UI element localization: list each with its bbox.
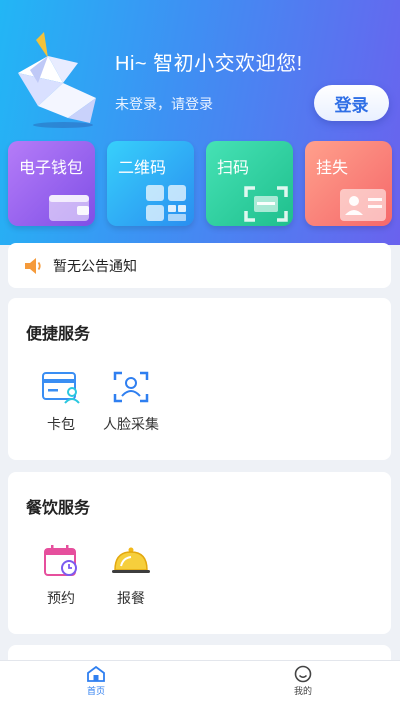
quick-services-card: 便捷服务 卡包 人脸采集 bbox=[8, 298, 391, 460]
tile-wallet-label: 电子钱包 bbox=[19, 160, 84, 177]
tile-report-loss-label: 挂失 bbox=[316, 160, 349, 177]
unicorn-origami-icon bbox=[18, 32, 96, 128]
service-meal-report[interactable]: 报餐 bbox=[96, 544, 166, 608]
tab-home-label: 首页 bbox=[86, 686, 105, 696]
qr-code-icon bbox=[146, 185, 186, 221]
scan-icon bbox=[244, 186, 288, 222]
service-meal-report-label: 报餐 bbox=[117, 590, 145, 606]
notice-bar[interactable]: 暂无公告通知 bbox=[8, 243, 391, 288]
service-face-capture[interactable]: 人脸采集 bbox=[96, 370, 166, 434]
login-hint-text: 未登录，请登录 bbox=[115, 96, 213, 112]
service-face-capture-label: 人脸采集 bbox=[103, 416, 159, 432]
tile-qr-code-label: 二维码 bbox=[118, 160, 167, 177]
tab-mine-label: 我的 bbox=[293, 686, 312, 696]
id-card-icon bbox=[340, 189, 386, 221]
bottom-tab-bar: 首页 我的 bbox=[0, 660, 400, 701]
dining-services-title: 餐饮服务 bbox=[26, 500, 91, 517]
calendar-clock-icon bbox=[44, 545, 77, 576]
tile-scan-label: 扫码 bbox=[217, 160, 250, 177]
service-reservation[interactable]: 预约 bbox=[26, 544, 96, 608]
login-button[interactable]: 登录 bbox=[314, 85, 389, 121]
service-card-wallet-label: 卡包 bbox=[47, 416, 75, 432]
speaker-icon bbox=[25, 257, 41, 274]
tab-mine[interactable]: 我的 bbox=[273, 665, 333, 697]
face-scan-icon bbox=[113, 371, 149, 403]
service-card-wallet[interactable]: 卡包 bbox=[26, 370, 96, 434]
tile-wallet[interactable]: 电子钱包 bbox=[8, 141, 95, 226]
tile-report-loss[interactable]: 挂失 bbox=[305, 141, 392, 226]
meal-cloche-icon bbox=[112, 547, 150, 573]
tile-scan[interactable]: 扫码 bbox=[206, 141, 293, 226]
notice-text: 暂无公告通知 bbox=[53, 257, 137, 274]
tab-home[interactable]: 首页 bbox=[66, 665, 126, 697]
quick-services-title: 便捷服务 bbox=[26, 326, 91, 343]
tile-qr-code[interactable]: 二维码 bbox=[107, 141, 194, 226]
dining-services-card: 餐饮服务 预约 报餐 bbox=[8, 472, 391, 634]
wallet-icon bbox=[49, 195, 89, 221]
smiley-icon bbox=[294, 665, 312, 683]
home-icon bbox=[87, 665, 105, 682]
service-reservation-label: 预约 bbox=[47, 590, 75, 606]
card-wallet-icon bbox=[42, 372, 80, 404]
welcome-text: Hi~ 智初小交欢迎您! bbox=[115, 53, 303, 75]
